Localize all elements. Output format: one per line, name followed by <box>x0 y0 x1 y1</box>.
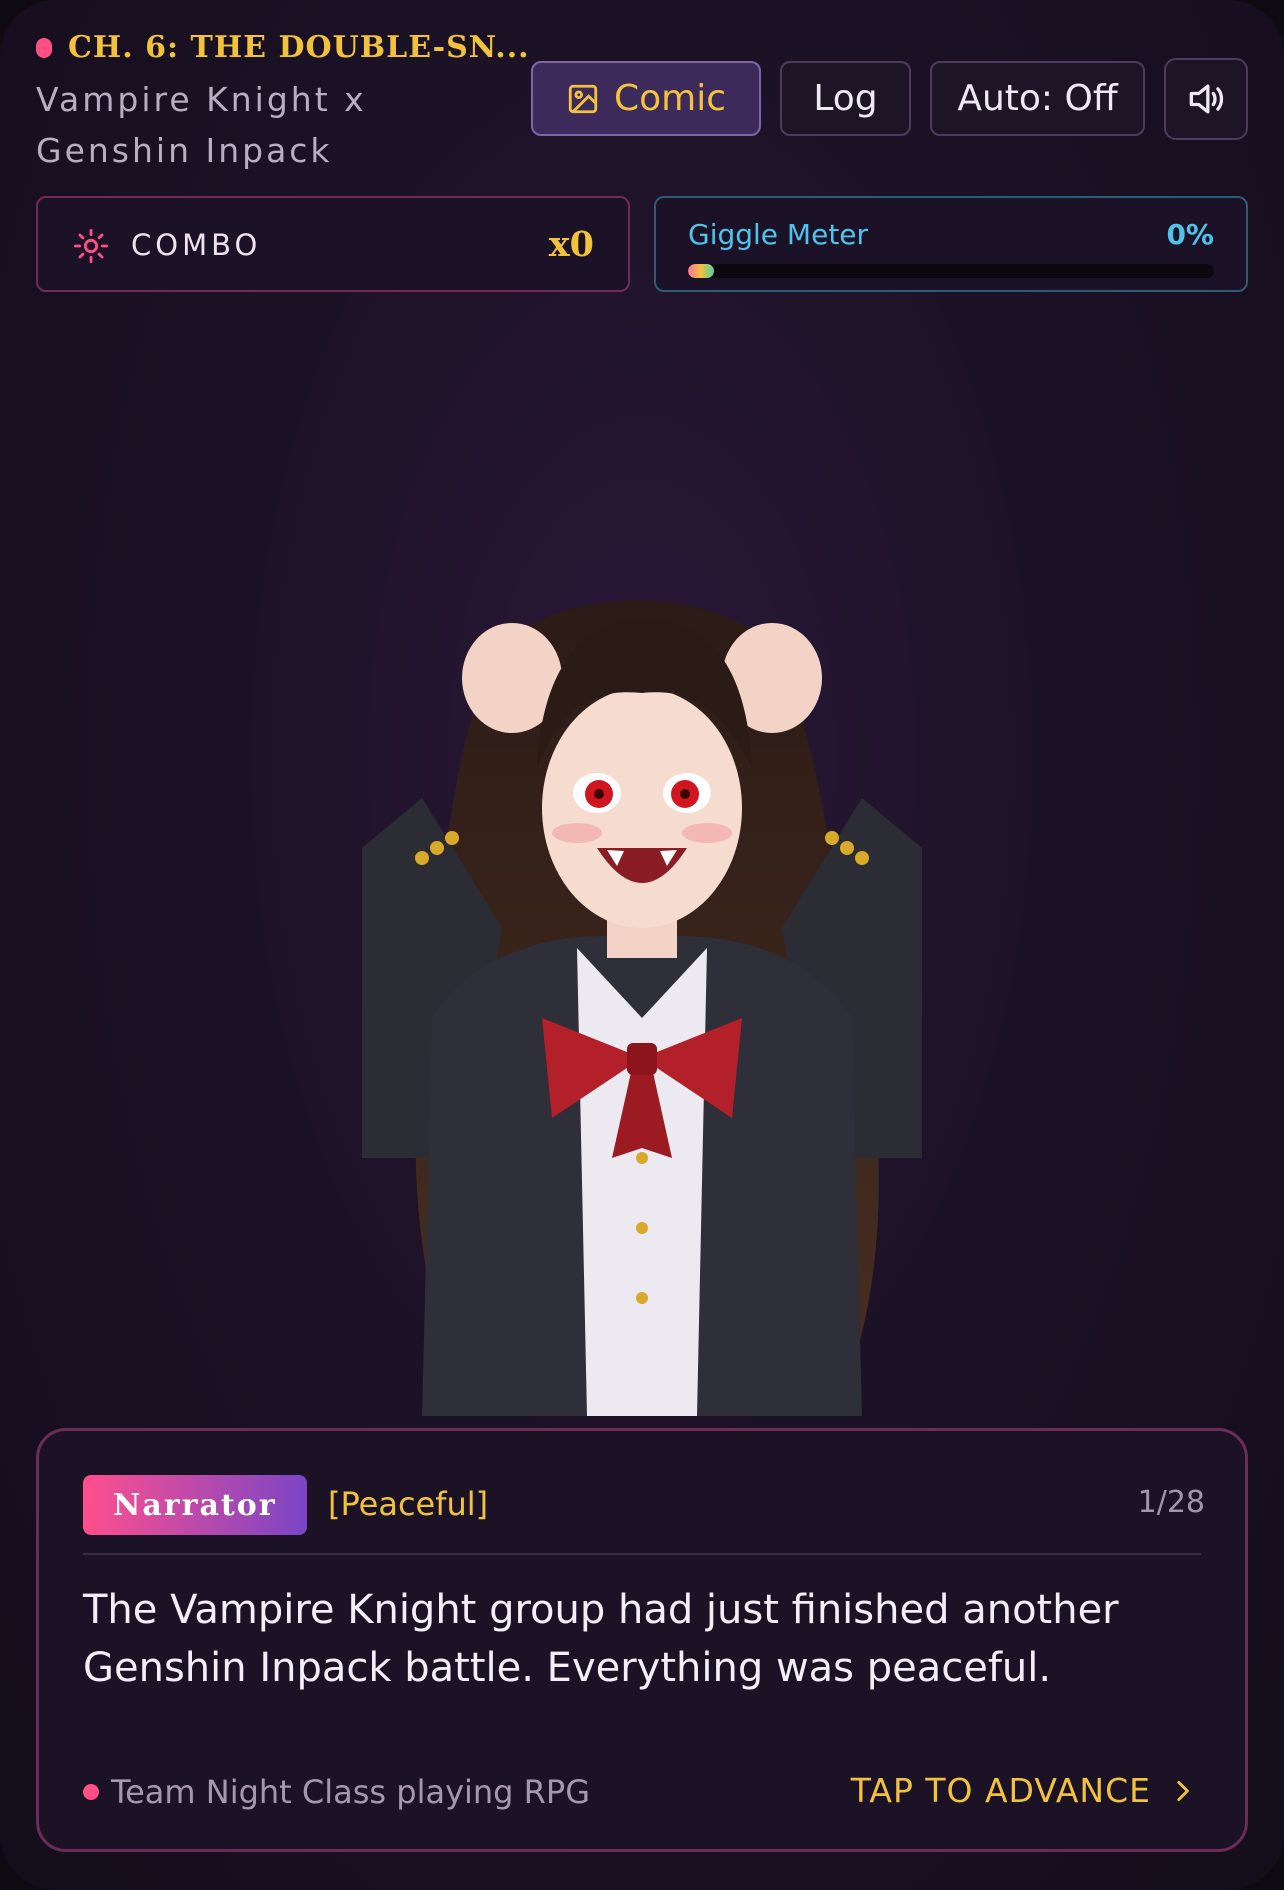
app-frame: CH. 6: THE DOUBLE-SN... Vampire Knight x… <box>0 0 1284 1890</box>
combo-count: x0 <box>548 224 594 265</box>
dialogue-box[interactable]: Narrator [Peaceful] 1/28 The Vampire Kni… <box>36 1428 1248 1852</box>
dialogue-text: The Vampire Knight group had just finish… <box>83 1587 1119 1691</box>
tap-to-advance-button[interactable]: TAP TO ADVANCE <box>851 1771 1195 1810</box>
chevron-right-icon <box>1177 1780 1189 1801</box>
log-button[interactable]: Log <box>780 61 911 136</box>
line-counter: 1/28 <box>1137 1485 1205 1520</box>
character-portrait <box>362 600 922 1416</box>
auto-toggle-button[interactable]: Auto: Off <box>930 61 1145 136</box>
story-subtitle: Vampire Knight x Genshin Inpack <box>36 80 367 170</box>
scene-indicator-dot <box>83 1784 99 1800</box>
comic-button-label: Comic <box>613 78 727 119</box>
chapter-indicator-dot <box>36 37 52 58</box>
sound-button[interactable] <box>1164 58 1248 140</box>
sun-icon <box>74 229 108 263</box>
advance-label: TAP TO ADVANCE <box>850 1771 1151 1810</box>
dialogue-divider <box>83 1553 1201 1555</box>
scene-caption-text: Team Night Class playing RPG <box>111 1773 590 1811</box>
giggle-meter-label: Giggle Meter <box>688 218 869 251</box>
comic-button[interactable]: Comic <box>531 61 761 136</box>
image-icon <box>568 84 598 113</box>
chapter-label: CH. 6: THE DOUBLE-SN... <box>68 30 530 65</box>
combo-panel: COMBO x0 <box>36 196 630 292</box>
speaker-tag: Narrator <box>83 1475 307 1535</box>
giggle-meter-fill <box>688 264 715 278</box>
auto-button-label: Auto: Off <box>957 78 1118 119</box>
scene-caption: Team Night Class playing RPG <box>83 1773 590 1811</box>
speaker-volume-icon <box>1189 84 1224 114</box>
giggle-meter-panel: Giggle Meter 0% <box>654 196 1248 292</box>
giggle-meter-percent: 0% <box>1166 218 1214 251</box>
giggle-meter-track <box>688 264 1214 278</box>
mood-label: [Peaceful] <box>328 1485 489 1523</box>
log-button-label: Log <box>813 78 878 119</box>
combo-label: COMBO <box>131 228 262 262</box>
chapter-title: CH. 6: THE DOUBLE-SN... <box>36 30 530 65</box>
